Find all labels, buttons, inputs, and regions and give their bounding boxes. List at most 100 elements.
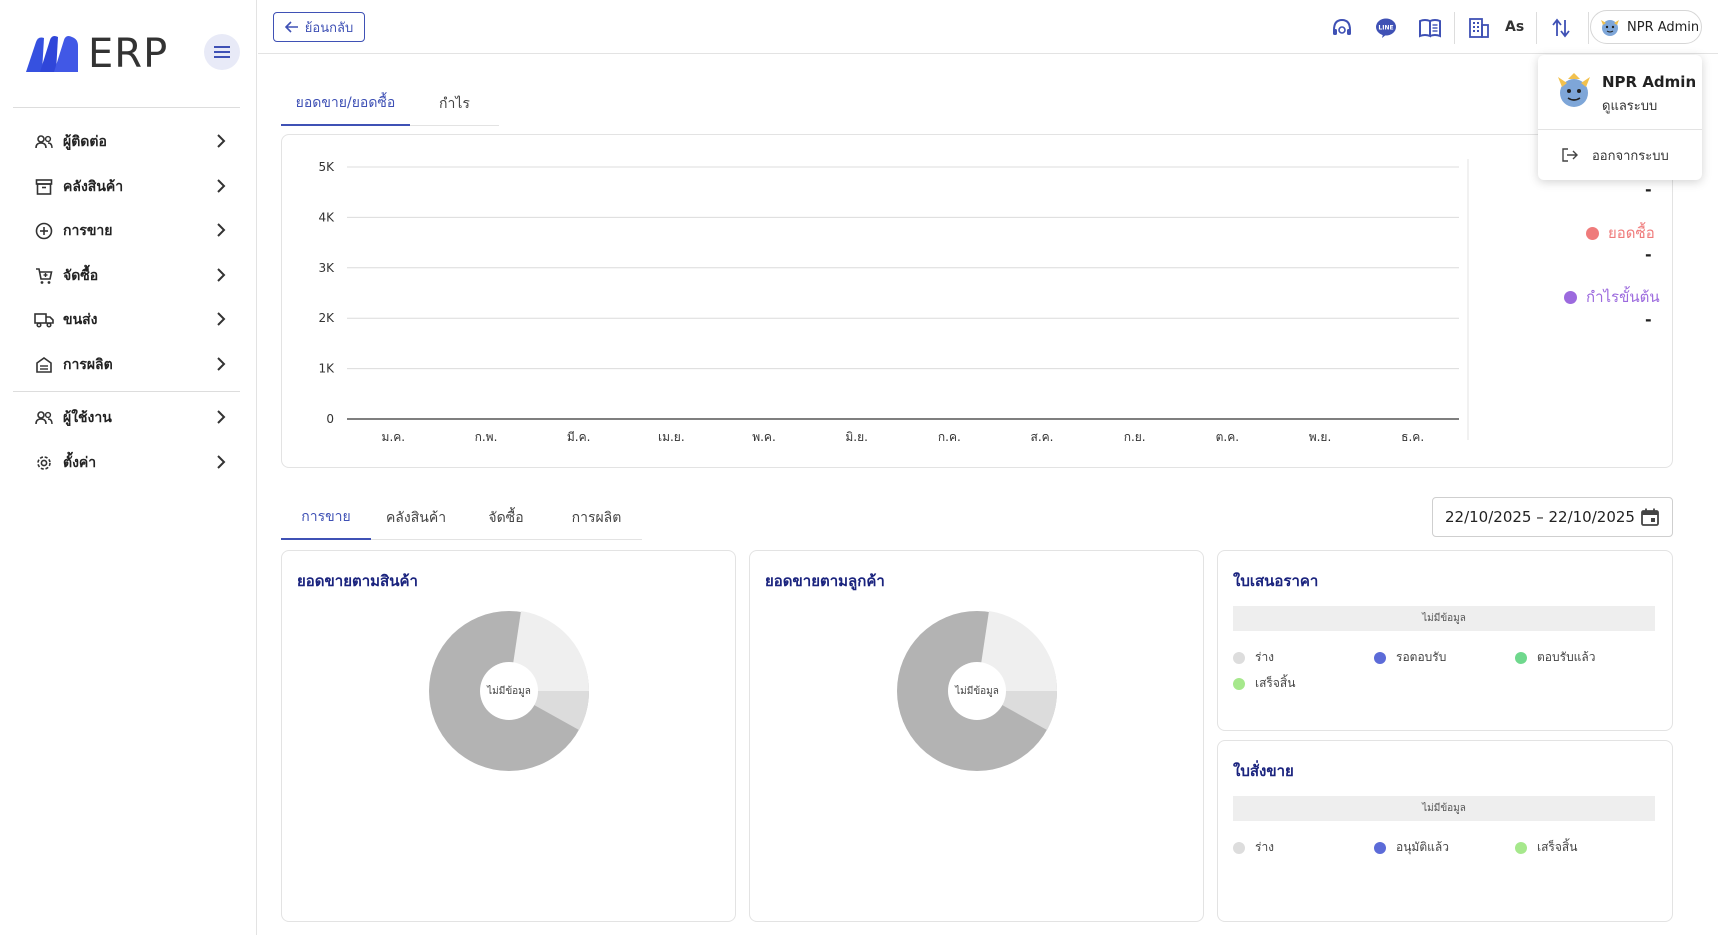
chevron-right-icon	[217, 455, 226, 469]
sales-order-card: ใบสั่งขาย ไม่มีข้อมูล ร่าง อนุมัติแล้ว เ…	[1217, 740, 1673, 922]
sidebar-item-users[interactable]: ผู้ใช้งาน	[13, 398, 240, 438]
quotation-card: ใบเสนอราคา ไม่มีข้อมูล ร่าง รอตอบรับ ตอบ…	[1217, 550, 1673, 731]
donut-chart: ไม่มีข้อมูล	[424, 606, 594, 776]
status-label: เสร็จสิ้น	[1537, 840, 1578, 854]
x-tick-label: ก.ย.	[1124, 430, 1146, 444]
tab-label: ยอดขาย/ยอดซื้อ	[295, 95, 396, 111]
x-tick-label: เม.ย.	[658, 430, 685, 444]
sidebar-item-production[interactable]: การผลิต	[13, 345, 240, 385]
user-name: NPR Admin	[1627, 19, 1700, 35]
chart-card: 0 1K 2K 3K 4K 5K ม.ค. ก.พ. มี.ค. เม.ย. พ.ค. มิ.ย. ก.…	[281, 134, 1673, 468]
back-button[interactable]: ย้อนกลับ	[273, 12, 365, 42]
users-icon	[33, 407, 55, 429]
x-tick-label: พ.ย.	[1309, 430, 1332, 444]
status-label: ตอบรับแล้ว	[1537, 650, 1596, 664]
date-range-value: 22/10/2025 – 22/10/2025	[1445, 508, 1635, 526]
tab-warehouse[interactable]: คลังสินค้า	[371, 496, 461, 540]
truck-icon	[33, 309, 55, 331]
topbar-divider	[1454, 12, 1455, 44]
sidebar-item-settings[interactable]: ตั้งค่า	[13, 443, 240, 483]
legend-value-purchase: -	[1645, 245, 1652, 264]
sidebar-item-sales[interactable]: การขาย	[13, 211, 240, 251]
plus-circle-icon	[33, 220, 55, 242]
sidebar-item-label: คลังสินค้า	[63, 179, 124, 195]
y-tick-label: 3K	[318, 261, 335, 275]
logo-mark-icon	[26, 36, 78, 72]
sidebar-item-label: ตั้งค่า	[63, 455, 97, 471]
contacts-icon	[33, 131, 55, 153]
menu-toggle-button[interactable]	[204, 34, 240, 70]
section-tabs: การขาย คลังสินค้า จัดซื้อ การผลิต	[281, 496, 642, 540]
user-menu-button[interactable]: NPR Admin	[1590, 10, 1702, 44]
status-dot	[1374, 841, 1386, 854]
status-legend-item: เสร็จสิ้น	[1233, 674, 1295, 693]
status-label: ร่าง	[1255, 650, 1275, 664]
status-legend-item: รอตอบรับ	[1374, 648, 1446, 667]
status-dot	[1515, 841, 1527, 854]
legend-label: กำไรขั้นต้น	[1586, 288, 1660, 306]
sidebar-item-purchasing[interactable]: จัดซื้อ	[13, 256, 240, 296]
chevron-right-icon	[217, 357, 226, 371]
status-dot	[1233, 841, 1245, 854]
chevron-right-icon	[217, 268, 226, 282]
sales-by-customer-card: ยอดขายตามลูกค้า ไม่มีข้อมูล	[749, 550, 1204, 922]
tab-label: การขาย	[301, 509, 351, 525]
legend-item-purchase[interactable]: ยอดซื้อ	[1586, 221, 1655, 245]
sidebar-item-warehouse[interactable]: คลังสินค้า	[13, 167, 240, 207]
legend-value-first: -	[1645, 180, 1652, 199]
line-icon[interactable]: LINE	[1373, 15, 1399, 41]
status-dot	[1515, 651, 1527, 664]
x-tick-label: ม.ค.	[382, 430, 406, 444]
status-label: ร่าง	[1255, 840, 1275, 854]
sidebar-item-label: จัดซื้อ	[63, 268, 99, 284]
avatar	[1558, 73, 1590, 107]
logout-label: ออกจากระบบ	[1592, 148, 1669, 164]
swap-icon[interactable]	[1548, 15, 1574, 41]
topbar: ย้อนกลับ LINE As NPR Admin	[258, 0, 1718, 54]
svg-text:LINE: LINE	[1378, 25, 1393, 32]
legend-label: ยอดซื้อ	[1608, 224, 1655, 242]
dropdown-user-name: NPR Admin	[1602, 73, 1697, 91]
logout-menu-item[interactable]: ออกจากระบบ	[1538, 137, 1702, 173]
tab-sales-purchase[interactable]: ยอดขาย/ยอดซื้อ	[281, 82, 410, 126]
tab-sales[interactable]: การขาย	[281, 496, 371, 540]
chevron-right-icon	[217, 134, 226, 148]
sidebar-item-label: ผู้ใช้งาน	[63, 410, 112, 426]
tab-purchasing[interactable]: จัดซื้อ	[461, 496, 551, 540]
sidebar-divider	[13, 391, 240, 392]
y-tick-label: 5K	[318, 160, 335, 174]
factory-icon	[33, 354, 55, 376]
support-icon[interactable]	[1329, 15, 1355, 41]
main-tabs: ยอดขาย/ยอดซื้อ กำไร	[281, 82, 499, 126]
date-range-picker[interactable]: 22/10/2025 – 22/10/2025	[1432, 497, 1673, 537]
tab-production[interactable]: การผลิต	[551, 496, 642, 540]
tab-label: กำไร	[439, 96, 470, 112]
topbar-divider	[1536, 12, 1537, 44]
x-tick-label: ส.ค.	[1031, 430, 1054, 444]
sidebar-item-shipping[interactable]: ขนส่ง	[13, 300, 240, 340]
company-short-label: As	[1505, 19, 1525, 35]
y-tick-label: 0	[326, 412, 334, 426]
x-tick-label: พ.ค.	[752, 430, 776, 444]
no-data-label: ไม่มีข้อมูล	[955, 685, 999, 697]
x-tick-label: ก.พ.	[475, 430, 498, 444]
sidebar-item-contacts[interactable]: ผู้ติดต่อ	[13, 122, 240, 162]
status-label: อนุมัติแล้ว	[1396, 840, 1449, 854]
book-icon[interactable]	[1417, 15, 1443, 41]
x-tick-label: ต.ค.	[1216, 430, 1239, 444]
no-data-bar: ไม่มีข้อมูล	[1233, 796, 1655, 821]
tab-profit[interactable]: กำไร	[410, 82, 499, 126]
hamburger-icon	[214, 46, 230, 58]
x-tick-label: มิ.ย.	[845, 430, 868, 444]
status-dot	[1233, 651, 1245, 664]
avatar	[1601, 20, 1619, 36]
card-title: ใบเสนอราคา	[1233, 572, 1319, 590]
legend-item-gross-profit[interactable]: กำไรขั้นต้น	[1564, 285, 1660, 309]
tab-label: คลังสินค้า	[385, 510, 447, 526]
user-dropdown-menu: NPR Admin ดูแลระบบ ออกจากระบบ	[1538, 55, 1702, 180]
status-legend-item: ตอบรับแล้ว	[1515, 648, 1596, 667]
building-icon[interactable]	[1466, 15, 1492, 41]
y-tick-label: 2K	[318, 311, 335, 325]
card-title: ยอดขายตามลูกค้า	[765, 572, 885, 590]
back-button-label: ย้อนกลับ	[304, 20, 354, 36]
